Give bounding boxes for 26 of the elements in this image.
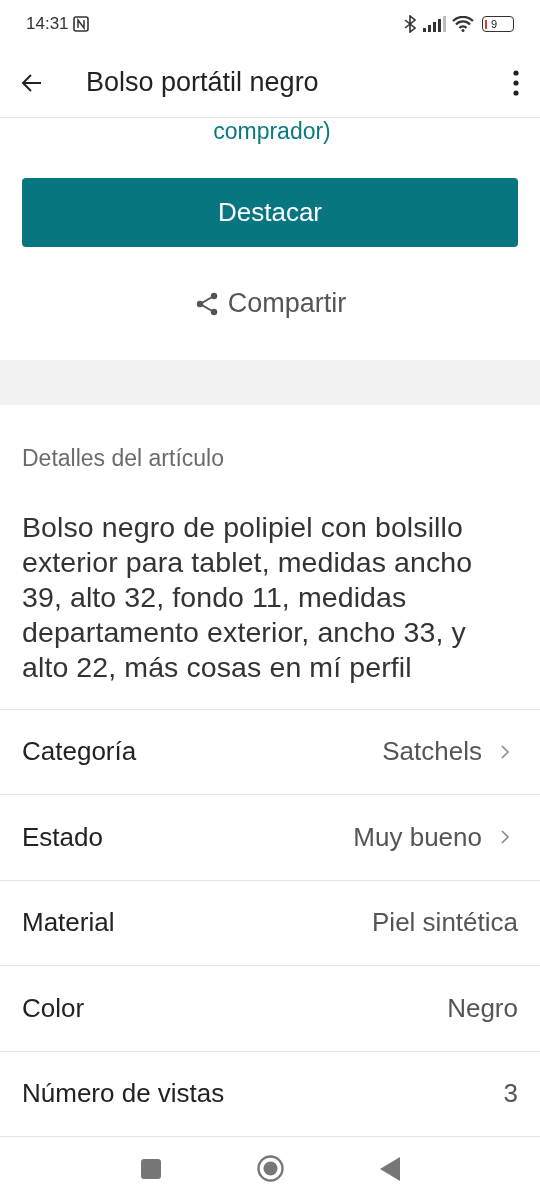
bluetooth-icon (404, 15, 416, 33)
home-icon[interactable] (256, 1155, 284, 1182)
attribute-label: Estado (22, 820, 104, 854)
attribute-value: 3 (503, 1077, 518, 1111)
attribute-label: Número de vistas (22, 1077, 226, 1111)
wifi-icon (452, 16, 474, 32)
page-title: Bolso portátil negro (86, 66, 320, 100)
battery-icon: 9 (482, 16, 514, 32)
section-heading: Detalles del artículo (22, 444, 225, 473)
share-button[interactable]: Compartir (193, 283, 347, 324)
attribute-label: Color (22, 991, 86, 1025)
attribute-value[interactable]: Muy bueno (353, 817, 482, 857)
feature-button[interactable]: Destacar (22, 178, 518, 247)
attribute-label: Categoría (22, 735, 138, 769)
attribute-value: Negro (447, 991, 518, 1025)
status-time: 14:31 (26, 13, 69, 36)
recents-icon[interactable] (140, 1158, 161, 1179)
partial-link[interactable]: comprador) (213, 118, 331, 144)
more-options-icon[interactable] (512, 68, 520, 97)
attribute-value[interactable]: Satchels (382, 732, 482, 772)
back-icon[interactable] (379, 1156, 400, 1181)
nfc-icon (72, 16, 89, 32)
signal-icon (422, 16, 446, 32)
attribute-label: Material (22, 906, 116, 940)
attribute-value: Piel sintética (372, 906, 518, 940)
item-description: Bolso negro de polipiel con bolsillo exterior para tablet, medidas ancho 39, alto 32, fondo 11, medidas departamento exterior, ancho 33, y alto 22, más cosas en mí perfil (22, 509, 474, 685)
